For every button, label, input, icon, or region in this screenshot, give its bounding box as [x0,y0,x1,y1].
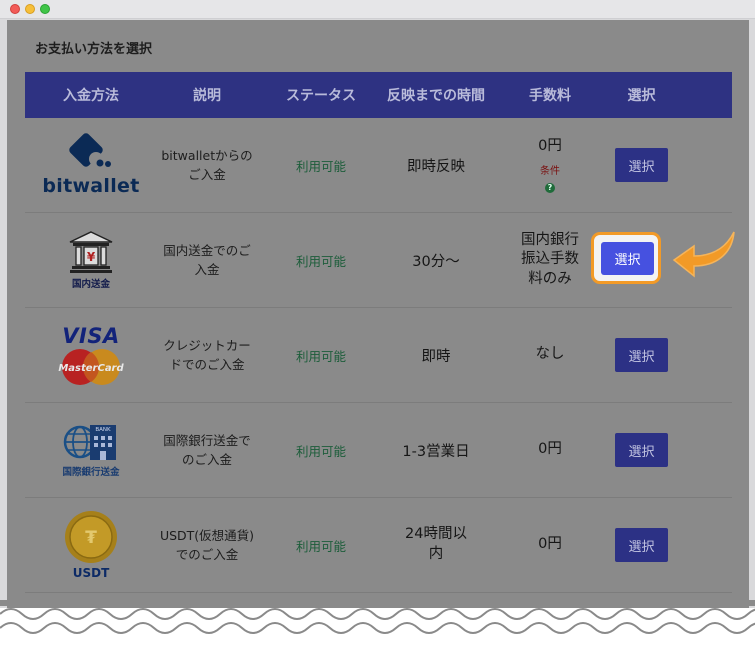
pointer-arrow-icon [672,231,735,278]
description-cell: bitwalletからの ご入金 [157,146,257,185]
mastercard-icon: MasterCard [58,349,125,385]
visa-logo-text: VISA [62,324,120,348]
description-line: のご入金 [181,452,232,467]
table-row: ₮ USDT USDT(仮想通貨) でのご入金 利用可能 24時間以 内 0円 選… [25,498,732,593]
globe-bank-icon: BANK [63,425,116,460]
bitwallet-logo-text: bitwallet [42,175,140,197]
method-logo-cell: VISA MasterCard [25,324,157,386]
time-cell: 1-3営業日 [402,443,470,460]
description-line: でのご入金 [175,547,239,562]
status-cell: 利用可能 [295,443,346,459]
header-time: 反映までの時間 [387,88,485,104]
select-cell: 選択 [613,338,670,372]
select-button-credit-card[interactable]: 選択 [615,338,668,372]
table-row: bitwallet bitwalletからの ご入金 利用可能 即時反映 0円 条… [25,118,732,213]
description-cell: クレジットカー ドでのご入金 [157,336,257,375]
time-cell: 即時反映 [407,158,465,175]
select-cell: 選択 [613,528,670,562]
method-logo-cell: BANK 国際銀行送金 [25,422,157,478]
usdt-logo-text: USDT [72,566,110,580]
maximize-window-button[interactable] [40,4,50,14]
fee-value: 0円 [538,137,562,154]
time-line: 24時間以 [405,526,467,543]
help-icon[interactable]: ? [545,183,555,194]
fee-line: 国内銀行 [521,231,579,248]
status-cell: 利用可能 [295,538,346,554]
description-line: 国内送金でのご [163,242,251,258]
header-fee: 手数料 [529,88,571,104]
fee-cell: 0円 [538,441,562,458]
close-window-button[interactable] [10,4,20,14]
fee-line: 振込手数 [521,251,579,268]
payment-page: お支払い方法を選択 入金方法 説明 ステータス 反映までの時間 手数料 選択 b… [7,20,749,620]
time-cell: 30分〜 [412,253,460,270]
description-cell: 国際銀行送金で のご入金 [157,431,257,470]
method-logo-cell: ¥ 国内送金 [25,230,157,290]
select-cell: 選択 [613,148,670,182]
payment-method-table: 入金方法 説明 ステータス 反映までの時間 手数料 選択 bitwallet b… [25,72,732,593]
table-row: BANK 国際銀行送金 国際銀行送金でのご入金 利用可能 1-3営業日 0円 [25,403,732,498]
minimize-window-button[interactable] [25,4,35,14]
description-line: 国際銀行送金で [163,432,251,448]
select-button-bitwallet[interactable]: 選択 [615,148,668,182]
domestic-logo-text: 国内送金 [71,279,110,290]
description-line: bitwalletからの [161,147,253,163]
select-button-domestic[interactable]: 選択 [601,242,654,275]
status-cell: 利用可能 [295,253,346,269]
header-status: ステータス [286,88,356,104]
status-cell: 利用可能 [295,348,346,364]
international-bank-logo: BANK 国際銀行送金 [60,422,122,478]
header-method: 入金方法 [63,88,119,104]
browser-window: お支払い方法を選択 入金方法 説明 ステータス 反映までの時間 手数料 選択 b… [0,0,755,645]
time-cell: 24時間以 内 [385,525,487,564]
description-line: クレジットカー [163,337,251,353]
table-row: VISA MasterCard クレジットカー ドでのご入金 利用可能 即時 なし [25,308,732,403]
fee-cell: 0円 条件 ? [487,137,613,194]
method-logo-cell: bitwallet [25,133,157,197]
domestic-bank-logo: ¥ 国内送金 [68,230,114,290]
time-cell: 即時 [421,348,451,365]
select-cell: 選択 [613,433,670,467]
header-select: 選択 [627,88,656,104]
highlight-frame: 選択 [591,232,661,284]
visa-mastercard-logo: VISA MasterCard [56,324,126,386]
header-description: 説明 [193,88,221,104]
mastercard-logo-text: MasterCard [58,363,124,374]
table-header: 入金方法 説明 ステータス 反映までの時間 手数料 選択 [25,72,732,118]
bitwallet-logo: bitwallet [42,133,139,197]
fee-cell: なし [535,346,565,363]
fee-line: 料のみ [528,270,572,287]
title-bar [0,0,755,19]
svg-text:¥: ¥ [87,250,96,264]
svg-text:₮: ₮ [85,528,97,548]
bank-sign-text: BANK [95,427,111,433]
description-line: ドでのご入金 [169,357,245,372]
bitwallet-icon [69,133,111,167]
description-cell: USDT(仮想通貨) でのご入金 [157,526,257,565]
usdt-logo: ₮ USDT [64,510,118,580]
torn-edge-decoration [0,600,755,645]
fee-condition-link[interactable]: 条件 [540,165,560,179]
page-title: お支払い方法を選択 [35,42,153,57]
description-line: 入金 [194,262,220,277]
method-logo-cell: ₮ USDT [25,510,157,580]
bank-building-icon: ¥ [69,231,113,273]
description-line: ご入金 [188,167,226,182]
international-logo-text: 国際銀行送金 [62,467,120,478]
select-button-usdt[interactable]: 選択 [615,528,668,562]
description-line: USDT(仮想通貨) [159,527,255,543]
fee-cell: 0円 [538,536,562,553]
time-line: 内 [428,546,444,562]
usdt-coin-icon: ₮ [65,511,117,563]
select-button-international[interactable]: 選択 [615,433,668,467]
description-cell: 国内送金でのご 入金 [157,241,257,280]
status-cell: 利用可能 [295,158,346,174]
